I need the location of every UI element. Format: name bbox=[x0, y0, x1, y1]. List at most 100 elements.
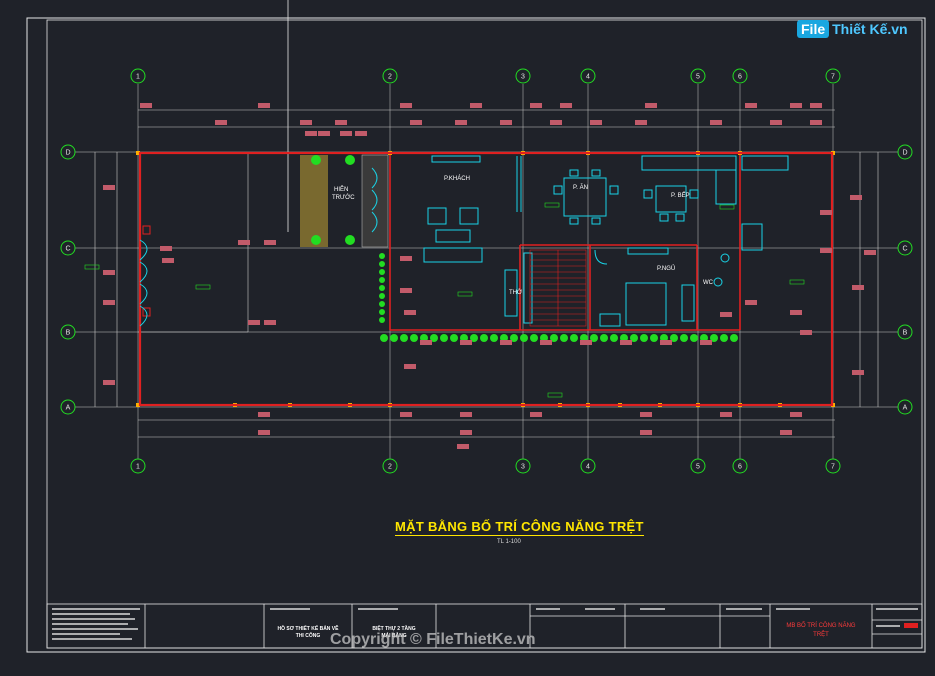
dim-label bbox=[248, 320, 260, 325]
dim-label bbox=[550, 120, 562, 125]
shrub bbox=[379, 317, 385, 323]
dim-label bbox=[258, 412, 270, 417]
axis-label: 1 bbox=[136, 74, 140, 81]
shrub bbox=[379, 309, 385, 315]
dim-label bbox=[530, 412, 542, 417]
dim-label bbox=[820, 248, 832, 253]
dim-label bbox=[770, 120, 782, 125]
dim-label bbox=[800, 330, 812, 335]
dim-label bbox=[355, 131, 367, 136]
site-logo: File Thiết Kế.vn bbox=[797, 16, 908, 42]
shrub bbox=[610, 334, 618, 342]
shrub bbox=[680, 334, 688, 342]
dim-label bbox=[820, 210, 832, 215]
dim-label bbox=[103, 185, 115, 190]
shrub bbox=[379, 301, 385, 307]
dim-label bbox=[335, 120, 347, 125]
axis-label: 3 bbox=[521, 74, 525, 81]
dim-label bbox=[850, 195, 862, 200]
shrub bbox=[379, 269, 385, 275]
dim-label bbox=[215, 120, 227, 125]
dim-label bbox=[640, 412, 652, 417]
dim-label bbox=[420, 340, 432, 345]
axis-label: 5 bbox=[696, 464, 700, 471]
axis-label: B bbox=[66, 330, 71, 337]
copyright-watermark: Copyright © FileThietKe.vn bbox=[330, 631, 536, 648]
axis-label: 7 bbox=[831, 464, 835, 471]
dim-label bbox=[404, 364, 416, 369]
dim-label bbox=[318, 131, 330, 136]
dim-label bbox=[455, 120, 467, 125]
shrub bbox=[720, 334, 728, 342]
shrub bbox=[530, 334, 538, 342]
shrub bbox=[379, 293, 385, 299]
logo-text: Thiết Kế.vn bbox=[832, 21, 908, 37]
shrub bbox=[379, 285, 385, 291]
dimension-lines bbox=[94, 109, 879, 438]
dim-label bbox=[810, 120, 822, 125]
dim-label bbox=[404, 310, 416, 315]
dim-label bbox=[852, 370, 864, 375]
shrub bbox=[410, 334, 418, 342]
shrub bbox=[311, 155, 321, 165]
shrub bbox=[450, 334, 458, 342]
dim-label bbox=[745, 103, 757, 108]
dim-label bbox=[790, 103, 802, 108]
dim-label bbox=[340, 131, 352, 136]
level-tag bbox=[547, 392, 563, 398]
dim-label bbox=[162, 258, 174, 263]
dim-label bbox=[864, 250, 876, 255]
dim-label bbox=[500, 120, 512, 125]
level-tag bbox=[789, 279, 805, 285]
dim-label bbox=[400, 412, 412, 417]
room-label-living: P.KHÁCH bbox=[444, 176, 470, 182]
shrub bbox=[690, 334, 698, 342]
exterior-wall bbox=[138, 151, 834, 407]
dim-label bbox=[720, 412, 732, 417]
level-tag bbox=[457, 291, 473, 297]
logo-mark: File bbox=[797, 20, 830, 38]
shrub bbox=[390, 334, 398, 342]
axis-label: 2 bbox=[388, 464, 392, 471]
drawing-scale: TL 1-100 bbox=[497, 539, 521, 545]
dim-label bbox=[264, 320, 276, 325]
axis-label: 6 bbox=[738, 74, 742, 81]
dim-label bbox=[300, 120, 312, 125]
column-marker bbox=[142, 225, 151, 235]
dim-label bbox=[400, 288, 412, 293]
dim-label bbox=[590, 120, 602, 125]
shrub bbox=[570, 334, 578, 342]
axis-label: C bbox=[902, 246, 907, 253]
shrub bbox=[345, 155, 355, 165]
dimension-labels bbox=[84, 103, 876, 449]
dim-label bbox=[400, 256, 412, 261]
shrub bbox=[400, 334, 408, 342]
axis-label: 5 bbox=[696, 74, 700, 81]
dim-label bbox=[700, 340, 712, 345]
axis-label: A bbox=[66, 405, 71, 412]
dim-label bbox=[460, 430, 472, 435]
dim-label bbox=[710, 120, 722, 125]
axis-label: B bbox=[903, 330, 908, 337]
axis-label: 6 bbox=[738, 464, 742, 471]
staircase bbox=[529, 249, 587, 327]
axis-label: D bbox=[902, 150, 907, 157]
dim-label bbox=[635, 120, 647, 125]
axis-label: 7 bbox=[831, 74, 835, 81]
dim-label bbox=[852, 285, 864, 290]
dim-label bbox=[580, 340, 592, 345]
dim-label bbox=[500, 340, 512, 345]
shrub bbox=[440, 334, 448, 342]
axis-label: A bbox=[903, 405, 908, 412]
furniture bbox=[423, 155, 789, 327]
dim-label bbox=[780, 430, 792, 435]
dim-label bbox=[457, 444, 469, 449]
dim-label bbox=[720, 312, 732, 317]
axis-label: 4 bbox=[586, 464, 590, 471]
drawing-title: MẶT BẰNG BỐ TRÍ CÔNG NĂNG TRỆT bbox=[395, 519, 644, 536]
room-label-kitchen: P. BẾP bbox=[671, 193, 690, 199]
dim-label bbox=[530, 103, 542, 108]
shrub bbox=[650, 334, 658, 342]
shrub bbox=[379, 277, 385, 283]
dim-label bbox=[258, 103, 270, 108]
